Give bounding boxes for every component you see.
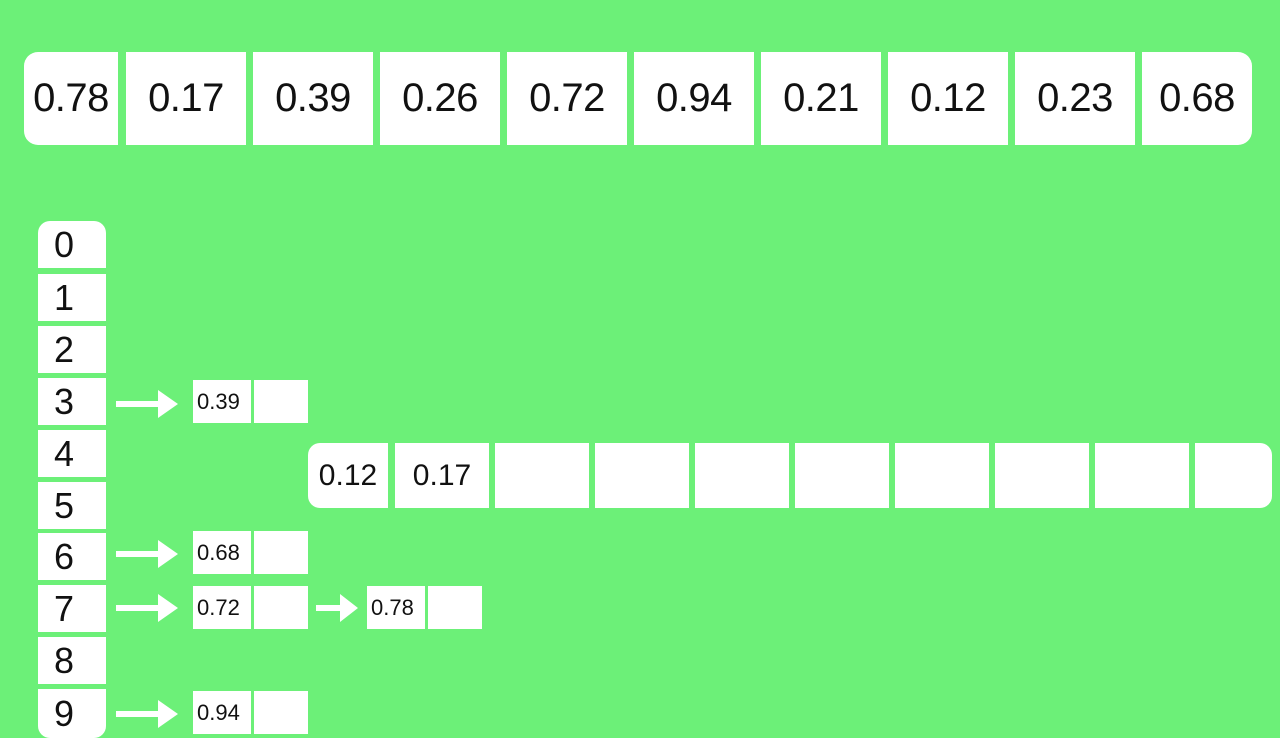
bucket-index: 0 [38,221,106,268]
arrow-icon [116,540,178,568]
input-cell: 0.26 [380,52,500,145]
input-array: 0.78 0.17 0.39 0.26 0.72 0.94 0.21 0.12 … [24,52,1252,145]
input-cell: 0.17 [126,52,246,145]
output-cell [1195,443,1272,508]
input-cell: 0.78 [24,52,118,145]
node-value: 0.72 [193,586,251,629]
node-pointer [254,691,308,734]
arrow-icon [116,700,178,728]
arrow-icon [116,390,178,418]
output-cell [695,443,789,508]
output-cell [795,443,889,508]
node-pointer [254,380,308,423]
output-cell: 0.17 [395,443,489,508]
bucket-index: 2 [38,326,106,373]
output-cell [595,443,689,508]
bucket-index: 4 [38,430,106,477]
node-value: 0.78 [367,586,425,629]
output-cell: 0.12 [308,443,388,508]
arrow-icon [316,594,358,622]
output-cell [895,443,989,508]
node-pointer [254,586,308,629]
node-pointer [254,531,308,574]
bucket-index: 8 [38,637,106,684]
input-cell: 0.72 [507,52,627,145]
bucket-index: 3 [38,378,106,425]
input-cell: 0.94 [634,52,754,145]
output-cell [995,443,1089,508]
node-pointer [428,586,482,629]
input-cell: 0.21 [761,52,881,145]
node-value: 0.68 [193,531,251,574]
bucket-9-node: 0.94 [193,691,308,734]
node-value: 0.94 [193,691,251,734]
input-cell: 0.23 [1015,52,1135,145]
bucket-index: 7 [38,585,106,632]
bucket-3-node: 0.39 [193,380,308,423]
bucket-index: 1 [38,274,106,321]
input-cell: 0.68 [1142,52,1252,145]
node-value: 0.39 [193,380,251,423]
bucket-6-node: 0.68 [193,531,308,574]
bucket-7-node: 0.72 [193,586,308,629]
arrow-icon [116,594,178,622]
bucket-index: 6 [38,533,106,580]
output-array: 0.12 0.17 [308,443,1272,508]
output-cell [1095,443,1189,508]
bucket-index: 9 [38,689,106,738]
bucket-7-node-2: 0.78 [367,586,482,629]
bucket-index: 5 [38,482,106,529]
output-cell [495,443,589,508]
input-cell: 0.12 [888,52,1008,145]
input-cell: 0.39 [253,52,373,145]
